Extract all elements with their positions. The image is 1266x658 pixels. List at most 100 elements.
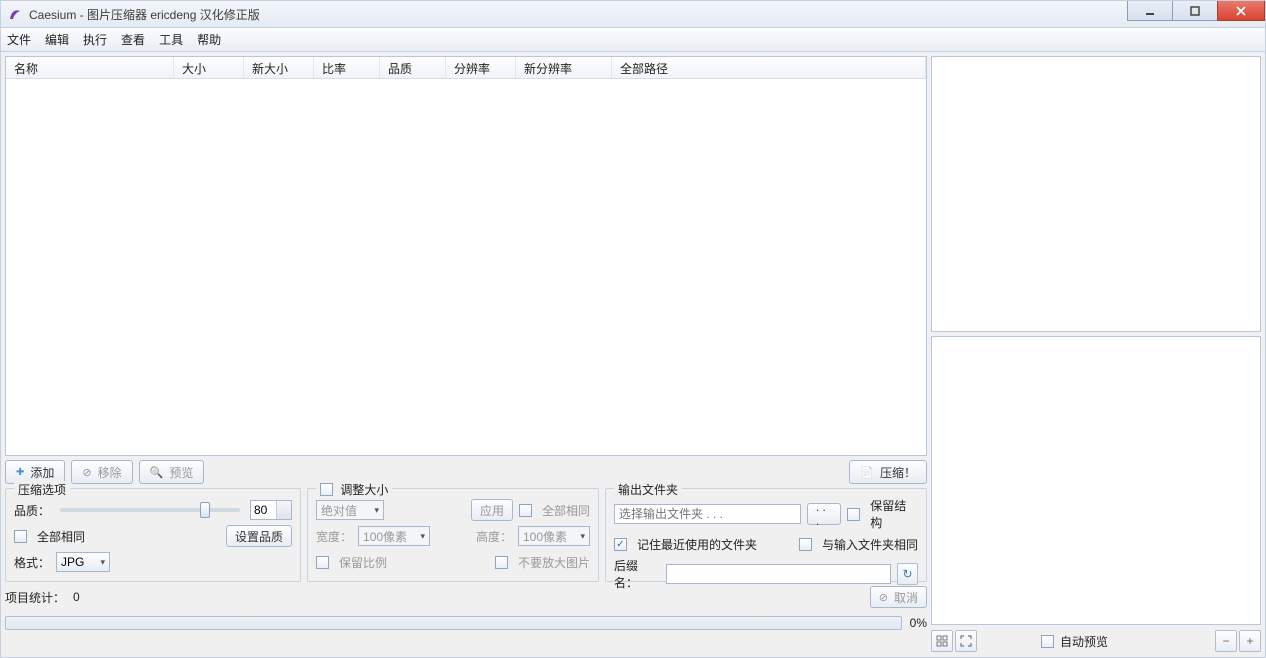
titlebar: Caesium - 图片压缩器 ericdeng 汉化修正版 <box>0 0 1266 28</box>
minus-icon: − <box>1222 634 1229 648</box>
all-same-quality-label: 全部相同 <box>37 528 85 545</box>
keep-ratio-checkbox[interactable] <box>316 556 329 569</box>
quality-label: 品质： <box>14 502 50 519</box>
remove-button-label: 移除 <box>98 464 122 481</box>
action-toolbar: 添加 移除 预览 压缩！ <box>5 460 927 484</box>
quality-slider-thumb[interactable] <box>200 502 210 518</box>
zoom-in-button[interactable]: + <box>1239 630 1261 652</box>
resize-group: 调整大小 绝对值 应用 全部相同 宽度： 100像素 高度： 100像素 <box>307 488 599 582</box>
browse-button[interactable]: . . . <box>807 503 842 525</box>
preview-toolbar: 自动预览 − + <box>931 629 1261 653</box>
col-size[interactable]: 大小 <box>174 57 244 78</box>
auto-preview-label: 自动预览 <box>1060 633 1108 650</box>
expand-icon <box>960 635 972 647</box>
col-newresolution[interactable]: 新分辨率 <box>516 57 612 78</box>
table-header: 名称 大小 新大小 比率 品质 分辨率 新分辨率 全部路径 <box>6 57 926 79</box>
app-icon <box>7 6 23 22</box>
suffix-input[interactable] <box>666 564 891 584</box>
resize-apply-label: 应用 <box>480 502 504 519</box>
resize-mode-combo[interactable]: 绝对值 <box>316 500 384 520</box>
col-name[interactable]: 名称 <box>6 57 174 78</box>
compress-legend: 压缩选项 <box>14 481 70 498</box>
item-stats-label: 项目统计： <box>5 589 65 606</box>
remember-recent-label: 记住最近使用的文件夹 <box>637 536 757 553</box>
progress-row: 0% <box>5 612 927 634</box>
height-combo[interactable]: 100像素 <box>518 526 590 546</box>
preview-compressed-pane <box>931 336 1261 625</box>
output-legend: 输出文件夹 <box>614 481 682 498</box>
col-newsize[interactable]: 新大小 <box>244 57 314 78</box>
all-same-quality-checkbox[interactable] <box>14 530 27 543</box>
col-fullpath[interactable]: 全部路径 <box>612 57 926 78</box>
item-count: 0 <box>73 590 80 604</box>
resize-legend-label: 调整大小 <box>340 483 388 497</box>
suffix-label: 后缀名： <box>614 557 660 591</box>
width-combo[interactable]: 100像素 <box>358 526 430 546</box>
menubar: 文件 编辑 执行 查看 工具 帮助 <box>0 28 1266 52</box>
resize-all-same-checkbox[interactable] <box>519 504 532 517</box>
preview-button[interactable]: 预览 <box>139 460 205 484</box>
format-combo[interactable]: JPG <box>56 552 110 572</box>
width-label: 宽度： <box>316 528 352 545</box>
format-label: 格式： <box>14 554 50 571</box>
maximize-button[interactable] <box>1172 1 1218 21</box>
menu-execute[interactable]: 执行 <box>83 31 107 48</box>
zoom-out-button[interactable]: − <box>1215 630 1237 652</box>
menu-tools[interactable]: 工具 <box>159 31 183 48</box>
height-value: 100像素 <box>523 528 567 545</box>
resize-legend: 调整大小 <box>316 481 392 498</box>
quality-spinbox[interactable]: 80 <box>250 500 292 520</box>
suffix-reset-button[interactable]: ↻ <box>897 563 918 585</box>
fit-window-button[interactable] <box>955 630 977 652</box>
compress-button[interactable]: 压缩！ <box>849 460 927 484</box>
set-quality-button[interactable]: 设置品质 <box>226 525 292 547</box>
set-quality-label: 设置品质 <box>235 528 283 545</box>
plus-icon: + <box>1246 634 1253 648</box>
output-group: 输出文件夹 . . . 保留结构 记住最近使用的文件夹 与输入文件夹相同 后缀名… <box>605 488 927 582</box>
compress-button-label: 压缩！ <box>880 464 916 481</box>
output-folder-input[interactable] <box>614 504 801 524</box>
menu-edit[interactable]: 编辑 <box>45 31 69 48</box>
quality-value: 80 <box>254 503 267 517</box>
auto-preview-checkbox[interactable] <box>1041 635 1054 648</box>
no-enlarge-label: 不要放大图片 <box>518 554 590 571</box>
browse-label: . . . <box>816 500 833 528</box>
compress-options-group: 压缩选项 品质： 80 全部相同 设置品质 格式： JPG <box>5 488 301 582</box>
same-as-input-label: 与输入文件夹相同 <box>822 536 918 553</box>
cancel-label: 取消 <box>894 589 918 606</box>
grid-small-icon <box>936 635 948 647</box>
window-controls <box>1128 1 1265 27</box>
no-enlarge-checkbox[interactable] <box>495 556 508 569</box>
minimize-button[interactable] <box>1127 1 1173 21</box>
resize-apply-button[interactable]: 应用 <box>471 499 513 521</box>
window-title: Caesium - 图片压缩器 ericdeng 汉化修正版 <box>29 6 1128 23</box>
progress-pct: 0% <box>910 616 927 630</box>
quality-slider[interactable] <box>60 508 240 512</box>
close-button[interactable] <box>1217 1 1265 21</box>
format-value: JPG <box>61 555 84 569</box>
file-table[interactable]: 名称 大小 新大小 比率 品质 分辨率 新分辨率 全部路径 <box>5 56 927 456</box>
refresh-icon: ↻ <box>902 567 912 581</box>
col-resolution[interactable]: 分辨率 <box>446 57 516 78</box>
menu-help[interactable]: 帮助 <box>197 31 221 48</box>
keep-ratio-label: 保留比例 <box>339 554 387 571</box>
keep-structure-label: 保留结构 <box>870 497 918 531</box>
same-as-input-checkbox[interactable] <box>799 538 812 551</box>
resize-all-same-label: 全部相同 <box>542 502 590 519</box>
resize-enable-checkbox[interactable] <box>320 483 333 496</box>
table-body[interactable] <box>6 79 926 455</box>
keep-structure-checkbox[interactable] <box>847 508 860 521</box>
remember-recent-checkbox[interactable] <box>614 538 627 551</box>
add-button-label: 添加 <box>30 464 54 481</box>
col-ratio[interactable]: 比率 <box>314 57 380 78</box>
remove-button[interactable]: 移除 <box>71 460 132 484</box>
menu-file[interactable]: 文件 <box>7 31 31 48</box>
preview-button-label: 预览 <box>169 464 193 481</box>
col-quality[interactable]: 品质 <box>380 57 446 78</box>
height-label: 高度： <box>476 528 512 545</box>
fit-width-button[interactable] <box>931 630 953 652</box>
menu-view[interactable]: 查看 <box>121 31 145 48</box>
resize-mode-value: 绝对值 <box>321 502 357 519</box>
width-value: 100像素 <box>363 528 407 545</box>
progress-bar <box>5 616 902 630</box>
